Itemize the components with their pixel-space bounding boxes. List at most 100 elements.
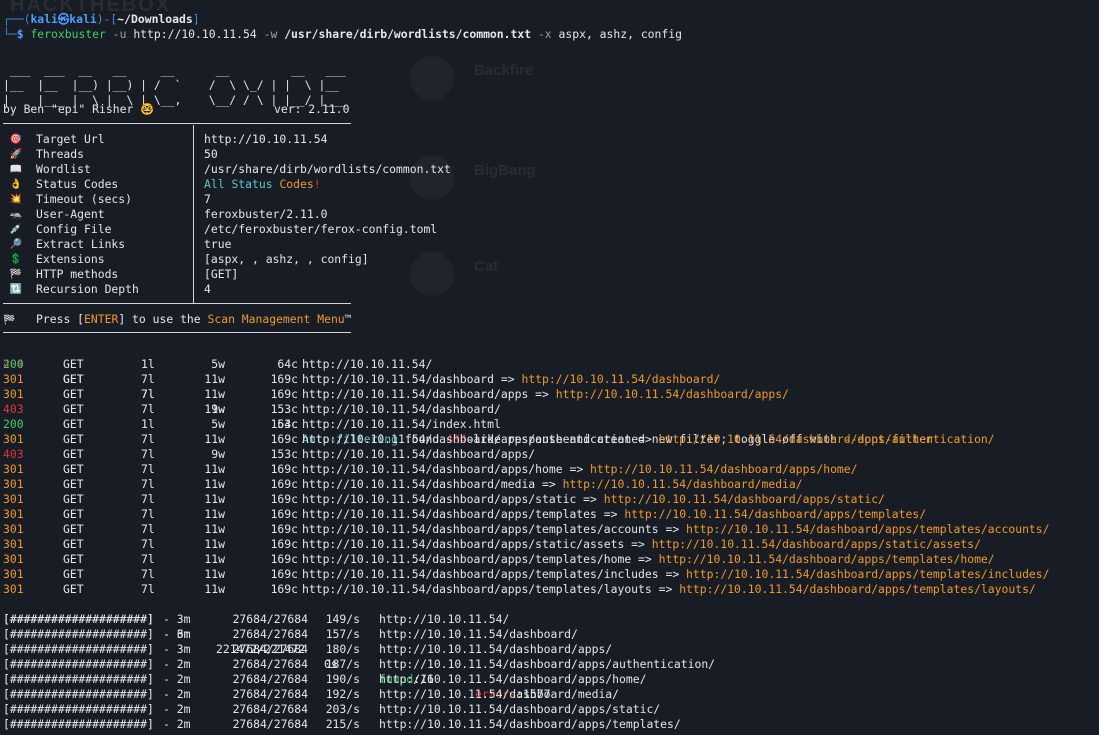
config-key: Threads xyxy=(36,147,85,161)
result-url[interactable]: http://10.10.11.54/dashboard/media xyxy=(302,477,535,491)
scanned-directory-url[interactable]: http://10.10.11.54/dashboard/media/ xyxy=(379,687,619,702)
result-url[interactable]: http://10.10.11.54/dashboard/apps/templa… xyxy=(302,552,631,566)
request-count: 27684/27684 xyxy=(232,672,308,686)
elapsed-time: - 3m xyxy=(163,642,191,656)
prompt-user-host: kali㉿kali xyxy=(30,12,97,26)
scanned-directory-url[interactable]: http://10.10.11.54/dashboard/ xyxy=(379,627,578,642)
scanned-directory-url[interactable]: http://10.10.11.54/dashboard/apps/authen… xyxy=(379,657,715,672)
table-divider xyxy=(3,123,351,124)
status-code: 200 xyxy=(3,417,24,431)
http-method: GET xyxy=(63,522,84,536)
status-code: 301 xyxy=(3,537,24,551)
http-method: GET xyxy=(63,537,84,551)
scanned-directory-url[interactable]: http://10.10.11.54/dashboard/apps/static… xyxy=(379,702,660,717)
redirect-url[interactable]: http://10.10.11.54/dashboard/ xyxy=(521,372,720,386)
word-count: 11w xyxy=(204,372,225,386)
command-line[interactable]: └─$ feroxbuster -u http://10.10.11.54 -w… xyxy=(3,27,682,42)
http-method: GET xyxy=(63,357,84,371)
request-rate: 190/s xyxy=(325,672,360,686)
char-count: 153c xyxy=(270,402,298,416)
elapsed-time: - 2m xyxy=(163,717,191,731)
result-url[interactable]: http://10.10.11.54/dashboard/ xyxy=(302,402,501,416)
line-count: 7l xyxy=(141,402,155,416)
collision-icon: 💥 xyxy=(9,194,23,205)
line-count: 7l xyxy=(141,537,155,551)
status-code: 301 xyxy=(3,552,24,566)
request-rate: 157/s xyxy=(325,627,360,641)
status-code: 301 xyxy=(3,432,24,446)
config-key: HTTP methods xyxy=(36,267,119,281)
word-count: 11w xyxy=(204,582,225,596)
result-url[interactable]: http://10.10.11.54/dashboard/apps/templa… xyxy=(302,522,659,536)
word-count: 11w xyxy=(204,522,225,536)
filter-notice-row: 404 GET 7l 11w 153c Auto-filtering found… xyxy=(3,357,933,446)
config-value: 7 xyxy=(204,192,211,206)
command-name: feroxbuster xyxy=(30,27,106,41)
terminal-window[interactable]: HACKTHEBOX Backfire BigBang Cat ┌──(kali… xyxy=(0,0,1099,735)
redirect-url[interactable]: http://10.10.11.54/dashboard/apps/templa… xyxy=(686,522,1049,536)
result-url[interactable]: http://10.10.11.54/dashboard/apps/ xyxy=(302,447,535,461)
result-url[interactable]: http://10.10.11.54/dashboard/apps/authen… xyxy=(302,432,631,446)
result-url[interactable]: http://10.10.11.54/ xyxy=(302,357,432,371)
result-url[interactable]: http://10.10.11.54/dashboard/apps/static xyxy=(302,492,576,506)
banner-ascii-line: ___ ___ __ __ __ __ __ ___ xyxy=(3,63,346,77)
result-url[interactable]: http://10.10.11.54/dashboard/apps/home xyxy=(302,462,563,476)
result-url[interactable]: http://10.10.11.54/index.html xyxy=(302,417,501,431)
char-count: 153c xyxy=(270,447,298,461)
result-url[interactable]: http://10.10.11.54/dashboard/apps/templa… xyxy=(302,567,659,581)
word-count: 11w xyxy=(204,567,225,581)
result-url[interactable]: http://10.10.11.54/dashboard/apps/templa… xyxy=(302,507,597,521)
scanned-directory-url[interactable]: http://10.10.11.54/dashboard/apps/ xyxy=(379,642,612,657)
redirect-url[interactable]: http://10.10.11.54/dashboard/apps/templa… xyxy=(624,507,926,521)
redirect-url[interactable]: http://10.10.11.54/dashboard/apps/templa… xyxy=(686,567,1049,581)
http-method: GET xyxy=(63,567,84,581)
progress-bar: [####################] xyxy=(3,687,154,701)
http-method: GET xyxy=(63,462,84,476)
ghost-avatar xyxy=(410,56,454,100)
result-url[interactable]: http://10.10.11.54/dashboard/apps/templa… xyxy=(302,582,652,596)
progress-bar: [####################] xyxy=(3,612,154,626)
scanned-directory-url[interactable]: http://10.10.11.54/ xyxy=(379,612,509,627)
word-count: 9w xyxy=(211,447,225,461)
char-count: 64c xyxy=(277,357,298,371)
result-url[interactable]: http://10.10.11.54/dashboard xyxy=(302,372,494,386)
redirect-url[interactable]: http://10.10.11.54/dashboard/apps/authen… xyxy=(659,432,995,446)
http-method: GET xyxy=(63,507,84,521)
result-url[interactable]: http://10.10.11.54/dashboard/apps/static… xyxy=(302,537,624,551)
line-count: 7l xyxy=(141,432,155,446)
redirect-url[interactable]: http://10.10.11.54/dashboard/apps/static… xyxy=(604,492,885,506)
line-count: 7l xyxy=(141,507,155,521)
redirect-url[interactable]: http://10.10.11.54/dashboard/apps/static… xyxy=(652,537,981,551)
request-rate: 180/s xyxy=(325,642,360,656)
scan-menu-hint: 🏁 Press [ENTER] to use the Scan Manageme… xyxy=(3,312,352,326)
word-count: 11w xyxy=(204,492,225,506)
banner-author: by Ben "epi" Risher 🤓 xyxy=(3,102,155,116)
result-url[interactable]: http://10.10.11.54/dashboard/apps xyxy=(302,387,528,401)
magnifier-icon: 🔎 xyxy=(9,239,23,250)
redirect-url[interactable]: http://10.10.11.54/dashboard/apps/templa… xyxy=(679,582,1036,596)
banner-version: ver: 2.11.0 xyxy=(274,102,350,116)
line-count: 7l xyxy=(141,552,155,566)
scanned-directory-url[interactable]: http://10.10.11.54/dashboard/apps/templa… xyxy=(379,717,681,732)
status-code: 301 xyxy=(3,492,24,506)
config-row: 💲 Extensions [aspx, , ashz, , config] xyxy=(3,252,703,267)
progress-bar: [####################] xyxy=(3,657,154,671)
char-count: 169c xyxy=(270,537,298,551)
config-value: /usr/share/dirb/wordlists/common.txt xyxy=(204,162,451,176)
badger-icon: 🦡 xyxy=(9,209,23,220)
redirect-url[interactable]: http://10.10.11.54/dashboard/apps/templa… xyxy=(659,552,995,566)
redirect-url[interactable]: http://10.10.11.54/dashboard/apps/home/ xyxy=(590,462,857,476)
char-count: 64c xyxy=(277,417,298,431)
scanned-directory-url[interactable]: http://10.10.11.54/dashboard/apps/home/ xyxy=(379,672,646,687)
target-icon: 🎯 xyxy=(9,134,23,145)
request-count: 27684/27684 xyxy=(232,642,308,656)
char-count: 169c xyxy=(270,582,298,596)
table-divider xyxy=(3,303,351,304)
rocket-icon: 🚀 xyxy=(9,149,23,160)
config-value: 4 xyxy=(204,282,211,296)
redirect-url[interactable]: http://10.10.11.54/dashboard/media/ xyxy=(563,477,803,491)
config-key: Config File xyxy=(36,222,112,236)
config-value: true xyxy=(204,237,232,251)
redirect-url[interactable]: http://10.10.11.54/dashboard/apps/ xyxy=(556,387,789,401)
ghost-machine-name: Backfire xyxy=(474,62,534,79)
